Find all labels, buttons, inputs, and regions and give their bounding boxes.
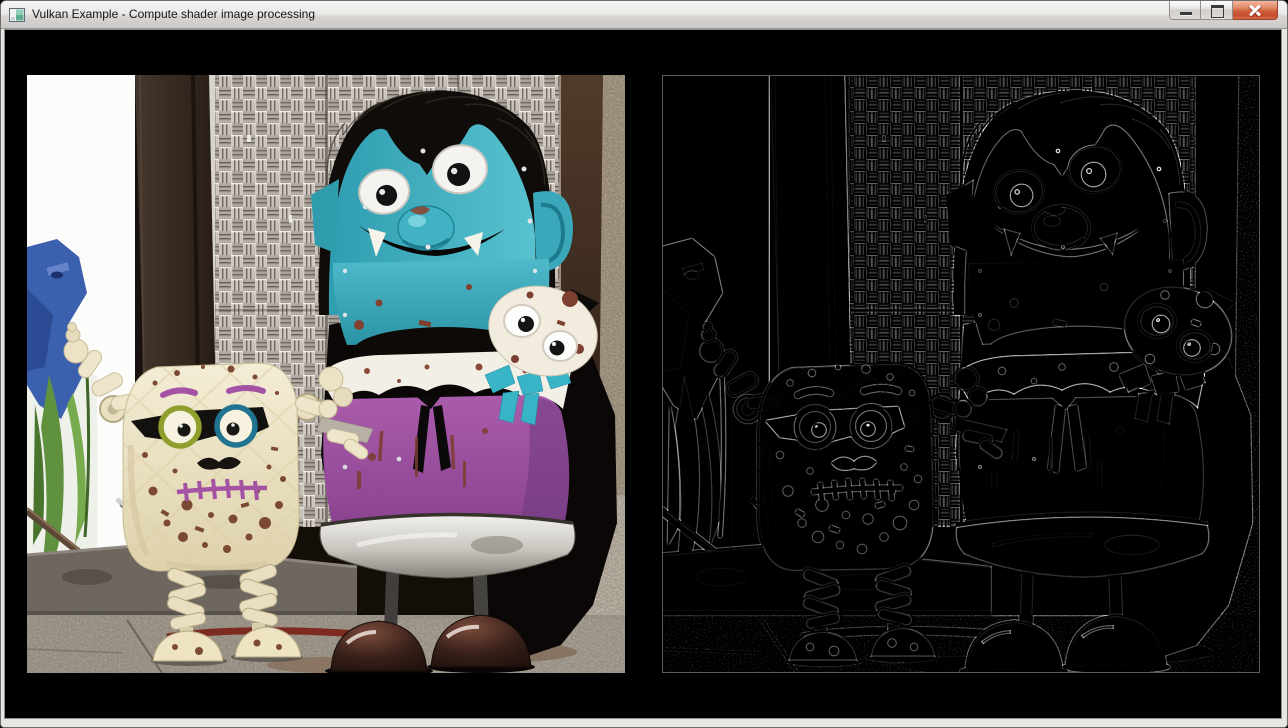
window-controls bbox=[1169, 1, 1278, 20]
titlebar[interactable]: Vulkan Example - Compute shader image pr… bbox=[1, 1, 1287, 29]
close-button[interactable] bbox=[1233, 1, 1278, 20]
maximize-icon bbox=[1211, 5, 1224, 18]
minimize-icon bbox=[1180, 12, 1192, 15]
original-image bbox=[27, 75, 625, 673]
maximize-button[interactable] bbox=[1201, 1, 1233, 20]
minimize-button[interactable] bbox=[1169, 1, 1201, 20]
app-window: Vulkan Example - Compute shader image pr… bbox=[0, 0, 1288, 728]
window-title: Vulkan Example - Compute shader image pr… bbox=[32, 1, 315, 28]
panel-edge-output bbox=[662, 75, 1260, 673]
edge-detected-image bbox=[662, 75, 1260, 673]
panel-original bbox=[27, 75, 625, 673]
application-icon bbox=[9, 7, 25, 23]
close-icon bbox=[1248, 3, 1262, 17]
render-area bbox=[4, 29, 1282, 719]
